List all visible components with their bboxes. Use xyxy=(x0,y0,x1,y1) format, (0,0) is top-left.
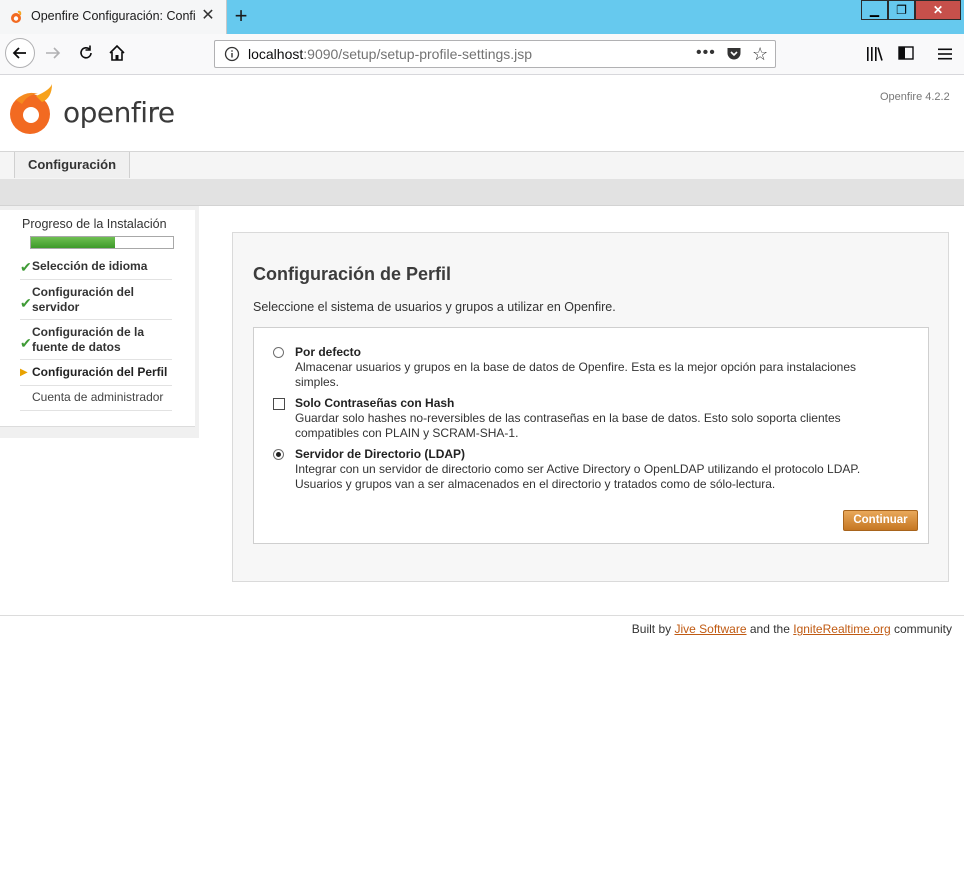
ldap-radio[interactable] xyxy=(273,449,284,460)
progress-label: Progreso de la Instalación xyxy=(22,217,167,231)
app-tabbar xyxy=(0,151,964,180)
page-actions-icon[interactable]: ••• xyxy=(696,44,716,62)
tab-configuracion[interactable]: Configuración xyxy=(14,152,130,178)
footer: Built by Jive Software and the IgniteRea… xyxy=(0,622,952,636)
version-label: Openfire 4.2.2 xyxy=(880,91,950,103)
hash-passwords-checkbox[interactable] xyxy=(273,398,285,410)
sidebar-step-datasource[interactable]: ✔ Configuración de la fuente de datos xyxy=(20,325,172,360)
sidebar-toggle-icon[interactable] xyxy=(898,46,914,60)
home-icon[interactable] xyxy=(107,43,127,63)
window-close-button[interactable]: ✕ xyxy=(915,0,961,20)
option-ldap-title[interactable]: Servidor de Directorio (LDAP) xyxy=(295,447,465,461)
sidebar-step-admin[interactable]: Cuenta de administrador xyxy=(20,390,172,411)
option-hash-title[interactable]: Solo Contraseñas con Hash xyxy=(295,396,454,410)
library-icon[interactable] xyxy=(866,46,884,62)
jive-software-link[interactable]: Jive Software xyxy=(674,622,746,636)
option-default-title[interactable]: Por defecto xyxy=(295,345,361,359)
option-hash-desc: Guardar solo hashes no-reversibles de la… xyxy=(295,411,841,440)
bookmark-star-icon[interactable]: ☆ xyxy=(752,44,768,65)
continue-button[interactable]: Continuar xyxy=(843,510,918,531)
page-description: Seleccione el sistema de usuarios y grup… xyxy=(253,300,616,314)
back-button[interactable] xyxy=(5,38,35,68)
tab-title: Openfire Configuración: Configuración de… xyxy=(31,9,196,23)
url-path: :9090/setup/setup-profile-settings.jsp xyxy=(303,46,533,62)
step-label: Configuración de la fuente de datos xyxy=(32,325,145,354)
checkmark-icon: ✔ xyxy=(20,335,32,351)
forward-arrow-icon[interactable] xyxy=(43,43,63,63)
new-tab-icon[interactable]: + xyxy=(230,4,252,28)
option-default-desc: Almacenar usuarios y grupos en la base d… xyxy=(295,360,856,389)
window-restore-button[interactable]: ❐ xyxy=(888,0,915,20)
step-label: Configuración del servidor xyxy=(32,285,134,314)
openfire-logo-icon xyxy=(10,84,52,134)
checkmark-icon: ✔ xyxy=(20,259,32,275)
page-title: Configuración de Perfil xyxy=(253,264,452,284)
sidebar-step-language[interactable]: ✔ Selección de idioma xyxy=(20,259,172,280)
pocket-icon[interactable] xyxy=(726,46,742,62)
url-text[interactable]: localhost:9090/setup/setup-profile-setti… xyxy=(248,46,532,62)
igniterealtime-link[interactable]: IgniteRealtime.org xyxy=(793,622,890,636)
footer-and-the: and the xyxy=(749,622,790,636)
url-host: localhost xyxy=(248,46,304,62)
arrow-right-icon: ▶ xyxy=(20,367,28,378)
footer-divider xyxy=(0,615,964,616)
sidebar-step-profile[interactable]: ▶ Configuración del Perfil xyxy=(20,365,172,386)
openfire-favicon-icon xyxy=(11,10,22,23)
step-label: Selección de idioma xyxy=(32,259,148,273)
step-label: Configuración del Perfil xyxy=(32,365,168,379)
sidebar-step-server[interactable]: ✔ Configuración del servidor xyxy=(20,285,172,320)
step-label: Cuenta de administrador xyxy=(32,390,164,404)
option-ldap-desc: Integrar con un servidor de directorio c… xyxy=(295,462,861,491)
footer-built-by: Built by xyxy=(631,622,672,636)
hamburger-menu-icon[interactable] xyxy=(937,46,953,62)
back-arrow-icon xyxy=(12,47,26,59)
footer-community: community xyxy=(893,622,952,636)
reload-icon[interactable] xyxy=(76,43,96,63)
tab-close-icon[interactable]: ✕ xyxy=(200,7,216,25)
window-minimize-button[interactable]: ▁ xyxy=(861,0,888,20)
subnav-strip xyxy=(0,179,964,206)
checkmark-icon: ✔ xyxy=(20,295,32,311)
default-radio[interactable] xyxy=(273,347,284,358)
progress-bar-fill xyxy=(31,237,115,248)
logo-trademark: ™ xyxy=(152,107,159,114)
info-icon[interactable] xyxy=(224,46,240,62)
